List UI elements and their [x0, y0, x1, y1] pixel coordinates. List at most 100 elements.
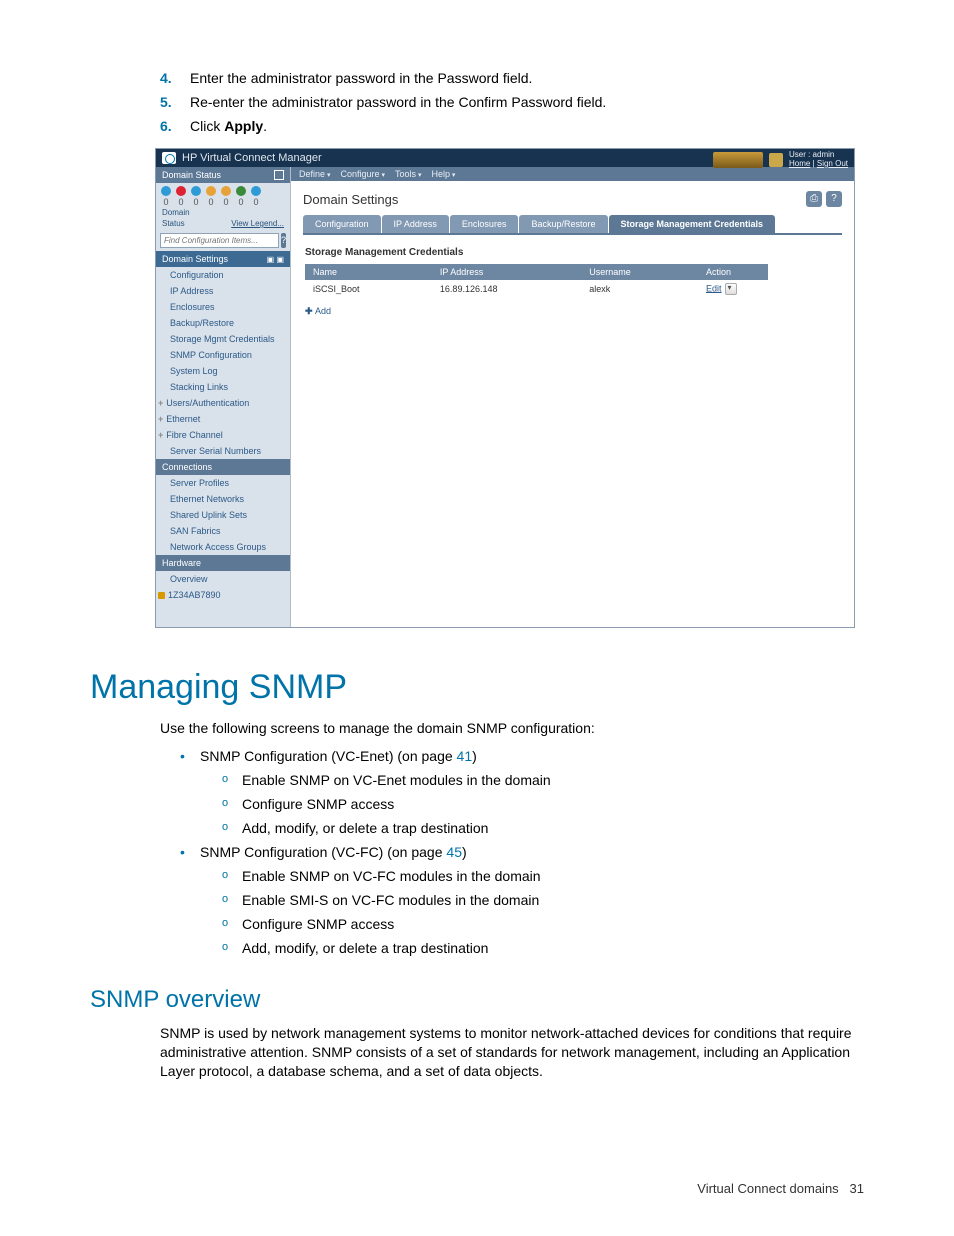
- bullet-list: SNMP Configuration (VC-Enet) (on page 41…: [180, 748, 864, 956]
- action-dropdown-button[interactable]: [725, 283, 737, 295]
- step-text-bold: Apply: [224, 118, 263, 134]
- credentials-table: Name IP Address Username Action iSCSI_Bo…: [305, 264, 768, 298]
- list-item: Configure SNMP access: [222, 916, 864, 932]
- view-legend-link[interactable]: View Legend...: [231, 219, 284, 228]
- sidebar-section-connections[interactable]: Connections: [156, 459, 290, 475]
- status-error-icon: [176, 186, 186, 196]
- status-count: 0: [161, 197, 171, 207]
- edit-link[interactable]: Edit: [706, 283, 722, 293]
- help-button[interactable]: ?: [826, 191, 842, 207]
- status-count: 0: [176, 197, 186, 207]
- step-text: Re-enter the administrator password in t…: [190, 94, 864, 110]
- sidebar-item-san-fabrics[interactable]: SAN Fabrics: [156, 523, 290, 539]
- page-link[interactable]: 45: [446, 844, 462, 860]
- sidebar-item-enclosures[interactable]: Enclosures: [156, 299, 290, 315]
- sidebar-item-device[interactable]: 1Z34AB7890: [156, 587, 290, 603]
- home-icon[interactable]: [769, 153, 783, 167]
- sidebar-item-ethernet-networks[interactable]: Ethernet Networks: [156, 491, 290, 507]
- bullet-suffix: ): [472, 748, 477, 764]
- sidebar-item-ip-address[interactable]: IP Address: [156, 283, 290, 299]
- step-text-suffix: .: [263, 118, 267, 134]
- status-warn-icon: [206, 186, 216, 196]
- list-item: Enable SMI-S on VC-FC modules in the dom…: [222, 892, 864, 908]
- status-count: 0: [221, 197, 231, 207]
- status-info-icon: [251, 186, 261, 196]
- sidebar-item-ethernet[interactable]: Ethernet: [156, 411, 290, 427]
- list-item: Enable SNMP on VC-Enet modules in the do…: [222, 772, 864, 788]
- bullet-label: SNMP Configuration (VC-FC) (on page: [200, 844, 446, 860]
- status-count: 0: [191, 197, 201, 207]
- sidebar-item-snmp-config[interactable]: SNMP Configuration: [156, 347, 290, 363]
- step-item: 4. Enter the administrator password in t…: [160, 70, 864, 86]
- app-titlebar: HP Virtual Connect Manager User : admin …: [156, 149, 854, 167]
- domain-label: Domain: [162, 208, 190, 217]
- sidebar-item-backup-restore[interactable]: Backup/Restore: [156, 315, 290, 331]
- managing-intro: Use the following screens to manage the …: [160, 719, 864, 738]
- bullet-label: SNMP Configuration (VC-Enet) (on page: [200, 748, 457, 764]
- sidebar-section-domain-settings[interactable]: Domain Settings ▣ ▣: [156, 251, 290, 267]
- sidebar-item-users-auth[interactable]: Users/Authentication: [156, 395, 290, 411]
- sidebar-item-network-access[interactable]: Network Access Groups: [156, 539, 290, 555]
- menu-define[interactable]: Define: [299, 169, 330, 179]
- main-panel: Define Configure Tools Help Domain Setti…: [291, 167, 854, 627]
- sidebar-section-hardware[interactable]: Hardware: [156, 555, 290, 571]
- footer-label: Virtual Connect domains: [697, 1181, 838, 1196]
- list-item: Add, modify, or delete a trap destinatio…: [222, 940, 864, 956]
- sidebar: Domain Status 0 0 0: [156, 167, 291, 627]
- overview-text: SNMP is used by network management syste…: [160, 1024, 864, 1081]
- print-button[interactable]: ⎙: [806, 191, 822, 207]
- status-info-icon: [191, 186, 201, 196]
- cell-user: alexk: [581, 280, 698, 298]
- status-label: Status: [162, 219, 185, 228]
- sidebar-section-label: Domain Settings: [162, 254, 228, 264]
- menu-help[interactable]: Help: [431, 169, 455, 179]
- list-item: SNMP Configuration (VC-Enet) (on page 41…: [180, 748, 864, 836]
- sidebar-status-header: Domain Status: [156, 167, 290, 183]
- step-text-prefix: Click: [190, 118, 224, 134]
- numbered-steps: 4. Enter the administrator password in t…: [160, 70, 864, 134]
- table-row: iSCSI_Boot 16.89.126.148 alexk Edit: [305, 280, 768, 298]
- decorative-gradient-icon: [713, 152, 763, 168]
- search-input[interactable]: [160, 233, 279, 248]
- list-item: Enable SNMP on VC-FC modules in the doma…: [222, 868, 864, 884]
- step-item: 6. Click Apply.: [160, 118, 864, 134]
- sidebar-item-configuration[interactable]: Configuration: [156, 267, 290, 283]
- home-link[interactable]: Home: [789, 159, 810, 168]
- sidebar-item-storage-mgmt[interactable]: Storage Mgmt Credentials: [156, 331, 290, 347]
- sidebar-item-fibre-channel[interactable]: Fibre Channel: [156, 427, 290, 443]
- menu-tools[interactable]: Tools: [395, 169, 421, 179]
- tab-configuration[interactable]: Configuration: [303, 215, 381, 233]
- sidebar-item-stacking-links[interactable]: Stacking Links: [156, 379, 290, 395]
- sidebar-status-label: Domain Status: [162, 170, 221, 180]
- step-text: Click Apply.: [190, 118, 864, 134]
- sidebar-item-overview[interactable]: Overview: [156, 571, 290, 587]
- tab-storage-credentials[interactable]: Storage Management Credentials: [609, 215, 776, 233]
- step-text: Enter the administrator password in the …: [190, 70, 864, 86]
- tab-ip-address[interactable]: IP Address: [382, 215, 449, 233]
- status-info-icon: [161, 186, 171, 196]
- list-item: Add, modify, or delete a trap destinatio…: [222, 820, 864, 836]
- menu-configure[interactable]: Configure: [340, 169, 385, 179]
- collapse-icon[interactable]: [274, 170, 284, 180]
- menubar: Define Configure Tools Help: [291, 167, 854, 181]
- tab-backup-restore[interactable]: Backup/Restore: [519, 215, 607, 233]
- sidebar-item-server-serial[interactable]: Server Serial Numbers: [156, 443, 290, 459]
- section-toggle-icon: ▣ ▣: [267, 255, 284, 264]
- cell-action: Edit: [698, 280, 768, 298]
- add-button[interactable]: Add: [305, 306, 331, 316]
- status-count: 0: [236, 197, 246, 207]
- status-warn-icon: [221, 186, 231, 196]
- signout-link[interactable]: Sign Out: [817, 159, 848, 168]
- search-help-button[interactable]: ?: [281, 233, 286, 248]
- page-title: Domain Settings: [303, 192, 398, 207]
- step-number: 4.: [160, 70, 190, 86]
- col-action: Action: [698, 264, 768, 280]
- page-link[interactable]: 41: [457, 748, 473, 764]
- tab-enclosures[interactable]: Enclosures: [450, 215, 519, 233]
- sidebar-item-system-log[interactable]: System Log: [156, 363, 290, 379]
- sidebar-item-server-profiles[interactable]: Server Profiles: [156, 475, 290, 491]
- user-info: User : admin Home | Sign Out: [789, 151, 848, 169]
- page-footer: Virtual Connect domains 31: [90, 1181, 864, 1196]
- sidebar-item-shared-uplink[interactable]: Shared Uplink Sets: [156, 507, 290, 523]
- subsection-title: Storage Management Credentials: [291, 235, 854, 264]
